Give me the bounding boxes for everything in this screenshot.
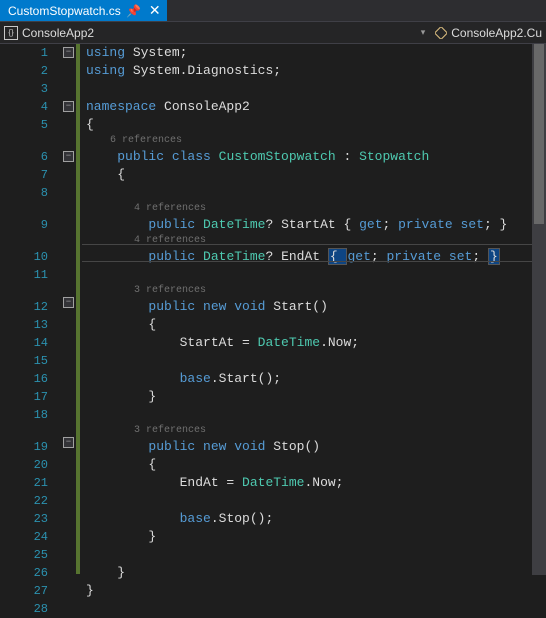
fold-toggle[interactable]: − xyxy=(63,151,74,162)
codelens-references[interactable]: 6 references xyxy=(110,135,182,146)
fold-toggle[interactable]: − xyxy=(63,297,74,308)
fold-toggle[interactable]: − xyxy=(63,101,74,112)
tab-filename: CustomStopwatch.cs xyxy=(8,4,121,18)
codelens-references[interactable]: 3 references xyxy=(134,285,206,296)
file-tab[interactable]: CustomStopwatch.cs 📌 ✕ xyxy=(0,0,167,21)
line-number-gutter: 1 2 3 4 5 6 7 8 9 10 11 12 13 14 15 16 1… xyxy=(0,44,62,575)
namespace-icon: {} xyxy=(4,26,18,40)
scrollbar-thumb[interactable] xyxy=(534,44,544,224)
code-editor[interactable]: 1 2 3 4 5 6 7 8 9 10 11 12 13 14 15 16 1… xyxy=(0,44,546,575)
pin-icon[interactable]: 📌 xyxy=(127,4,141,18)
codelens-references[interactable]: 4 references xyxy=(134,235,206,246)
codelens-references[interactable]: 3 references xyxy=(134,425,206,436)
fold-toggle[interactable]: − xyxy=(63,47,74,58)
class-icon xyxy=(435,27,447,39)
class-dropdown[interactable]: ConsoleApp2.Cu xyxy=(431,26,546,40)
class-label: ConsoleApp2.Cu xyxy=(451,26,542,40)
nav-bar: {} ConsoleApp2 ▾ ConsoleApp2.Cu xyxy=(0,22,546,44)
chevron-down-icon[interactable]: ▾ xyxy=(415,27,432,38)
namespace-dropdown[interactable]: {} ConsoleApp2 xyxy=(0,26,98,40)
fold-toggle[interactable]: − xyxy=(63,437,74,448)
codelens-references[interactable]: 4 references xyxy=(134,203,206,214)
tab-bar: CustomStopwatch.cs 📌 ✕ xyxy=(0,0,546,22)
code-area[interactable]: using System; using System.Diagnostics; … xyxy=(82,44,546,575)
namespace-label: ConsoleApp2 xyxy=(22,26,94,40)
vertical-scrollbar[interactable] xyxy=(532,44,546,575)
close-icon[interactable]: ✕ xyxy=(147,3,163,19)
fold-gutter: − − − − − xyxy=(62,44,76,575)
